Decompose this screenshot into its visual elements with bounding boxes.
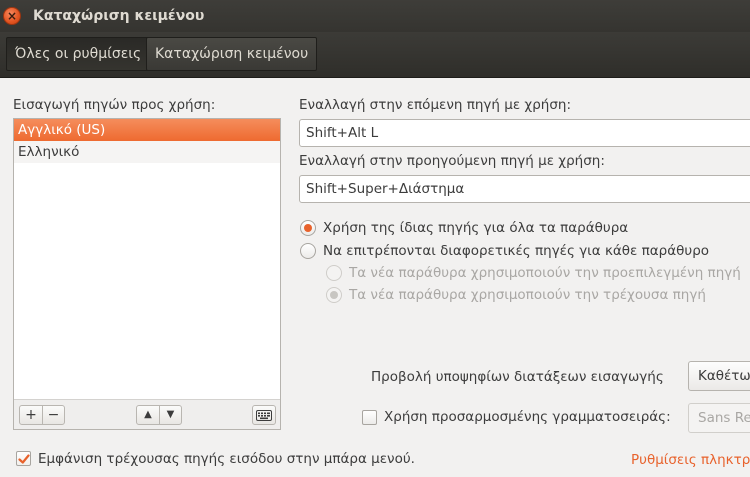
prev-source-label: Εναλλαγή στην προηγούμενη πηγή με χρήση: bbox=[299, 153, 605, 169]
radio-icon bbox=[300, 243, 316, 259]
radio-selected-icon bbox=[326, 287, 342, 303]
all-settings-button[interactable]: Όλες οι ρυθμίσεις bbox=[6, 37, 151, 71]
title-bar: × Καταχώριση κειμένου bbox=[0, 0, 750, 32]
new-default-label: Τα νέα παράθυρα χρησιμοποιούν την προεπι… bbox=[349, 265, 741, 281]
move-down-button[interactable]: ▼ bbox=[159, 406, 181, 424]
current-panel-button[interactable]: Καταχώριση κειμένου bbox=[146, 37, 318, 71]
new-current-label: Τα νέα παράθυρα χρησιμοποιούν την τρέχου… bbox=[349, 287, 706, 303]
candidates-label: Προβολή υποψηφίων διατάξεων εισαγωγής bbox=[371, 369, 664, 385]
new-default-radio[interactable]: Τα νέα παράθυρα χρησιμοποιούν την προεπι… bbox=[326, 265, 741, 281]
list-item[interactable]: Αγγλικό (US) bbox=[14, 119, 280, 141]
close-icon[interactable]: × bbox=[3, 7, 21, 25]
checkmark-icon bbox=[17, 453, 30, 464]
add-remove-group: + − bbox=[19, 405, 65, 425]
candidates-orientation-select[interactable]: Καθέτω bbox=[688, 361, 750, 391]
custom-font-checkbox[interactable] bbox=[362, 410, 377, 425]
next-source-label: Εναλλαγή στην επόμενη πηγή με χρήση: bbox=[299, 97, 571, 113]
per-window-label: Να επιτρέπονται διαφορετικές πηγές για κ… bbox=[323, 243, 710, 259]
radio-icon bbox=[326, 265, 342, 281]
per-window-radio[interactable]: Να επιτρέπονται διαφορετικές πηγές για κ… bbox=[300, 243, 709, 259]
list-item[interactable]: Ελληνικό bbox=[14, 141, 280, 163]
remove-source-button[interactable]: − bbox=[42, 406, 64, 424]
keyboard-settings-link[interactable]: Ρυθμίσεις πληκτρ bbox=[631, 452, 750, 468]
new-current-radio[interactable]: Τα νέα παράθυρα χρησιμοποιούν την τρέχου… bbox=[326, 287, 706, 303]
show-current-source-checkbox[interactable] bbox=[16, 451, 31, 466]
sources-heading: Εισαγωγή πηγών προς χρήση: bbox=[13, 97, 216, 113]
window-title: Καταχώριση κειμένου bbox=[33, 8, 205, 24]
keyboard-icon bbox=[256, 409, 272, 421]
custom-font-label: Χρήση προσαρμοσμένης γραμματοσειράς: bbox=[384, 409, 671, 425]
next-source-shortcut-field[interactable]: Shift+Alt L bbox=[299, 119, 750, 147]
breadcrumb: Όλες οι ρυθμίσεις Καταχώριση κειμένου bbox=[0, 32, 750, 78]
same-source-radio[interactable]: Χρήση της ίδιας πηγής για όλα τα παράθυρ… bbox=[300, 220, 628, 236]
sources-toolbar: + − ▲ ▼ bbox=[14, 399, 280, 429]
prev-source-shortcut-field[interactable]: Shift+Super+Διάστημα bbox=[299, 175, 750, 203]
move-up-button[interactable]: ▲ bbox=[137, 406, 159, 424]
add-source-button[interactable]: + bbox=[20, 406, 42, 424]
same-source-label: Χρήση της ίδιας πηγής για όλα τα παράθυρ… bbox=[323, 220, 629, 236]
radio-selected-icon bbox=[300, 220, 316, 236]
reorder-group: ▲ ▼ bbox=[136, 405, 182, 425]
show-current-source-label: Εμφάνιση τρέχουσας πηγής εισόδου στην μπ… bbox=[38, 451, 415, 467]
keyboard-layout-button[interactable] bbox=[252, 405, 276, 425]
sources-list: Αγγλικό (US) Ελληνικό + − ▲ ▼ bbox=[13, 118, 281, 430]
font-picker-button[interactable]: Sans Re bbox=[688, 403, 750, 433]
